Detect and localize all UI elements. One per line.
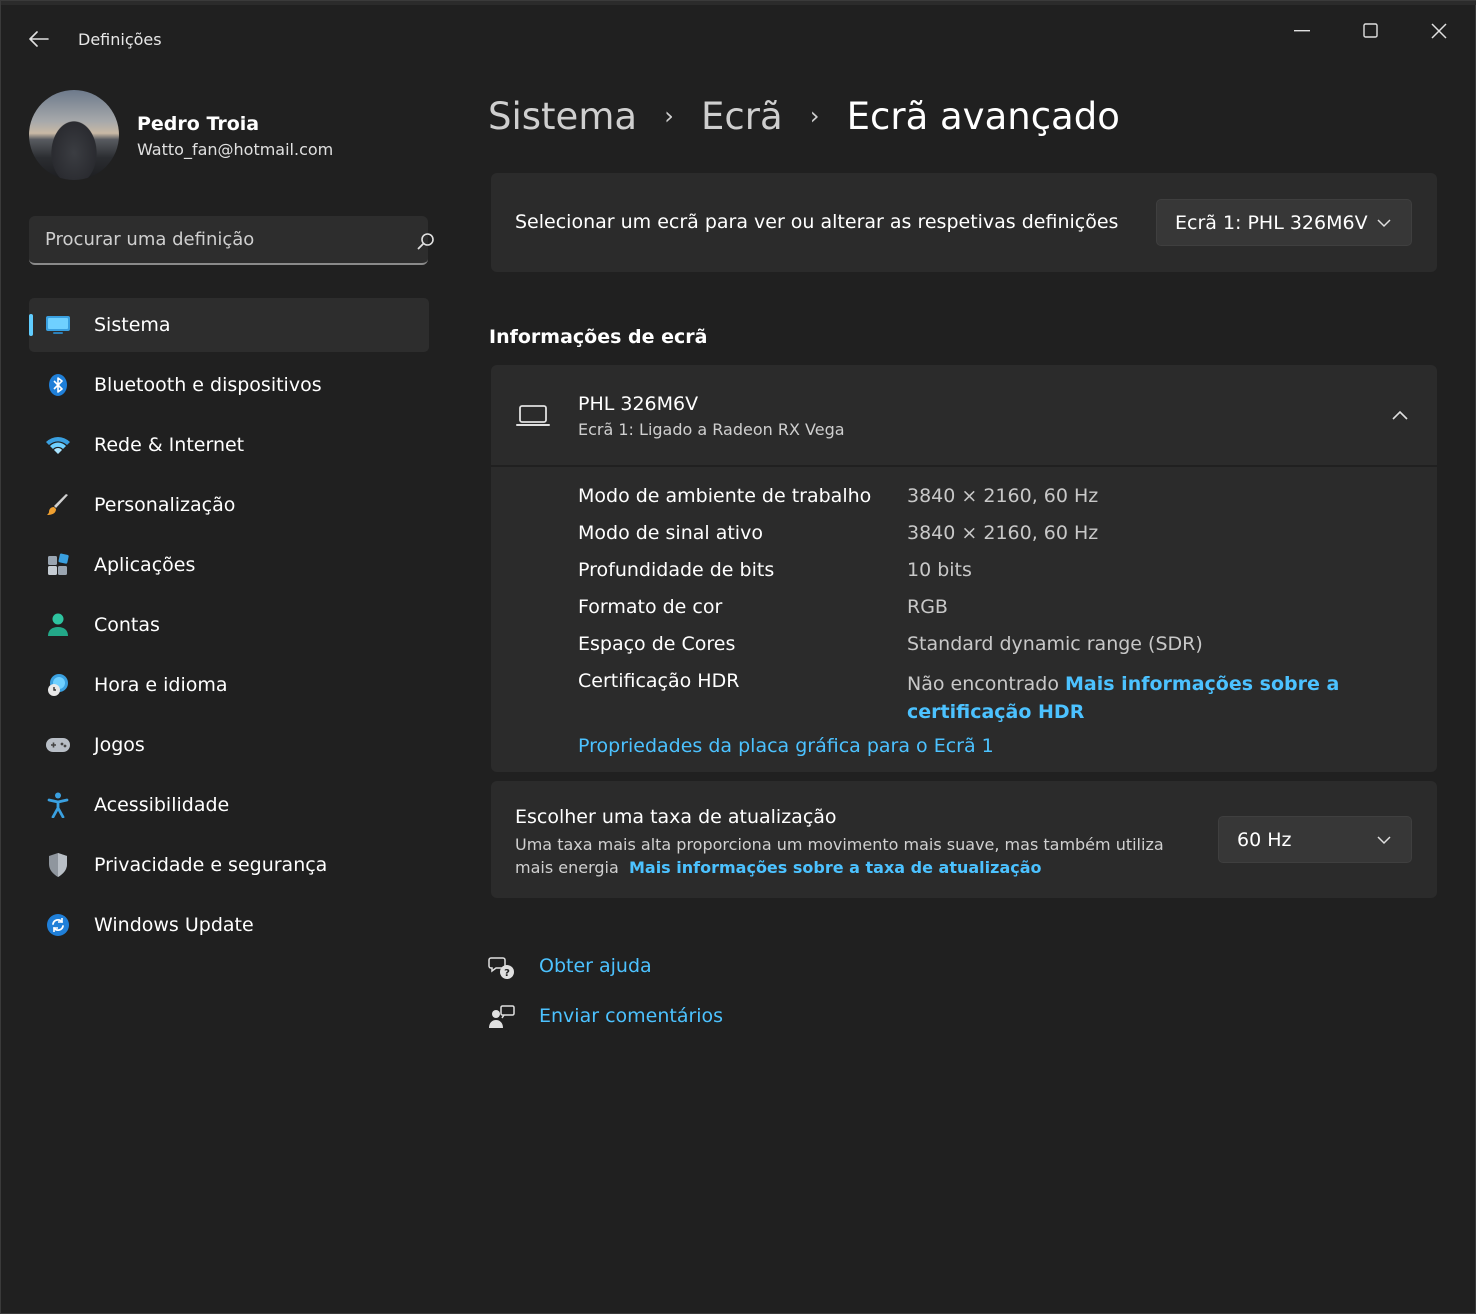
- info-value: RGB: [907, 596, 948, 618]
- sidebar-item-privacidade[interactable]: Privacidade e segurança: [29, 838, 429, 892]
- display-info-header[interactable]: PHL 326M6V Ecrã 1: Ligado a Radeon RX Ve…: [491, 365, 1437, 465]
- profile-name: Pedro Troia: [137, 113, 260, 135]
- display-info-details: Modo de ambiente de trabalho 3840 × 2160…: [491, 467, 1437, 772]
- refresh-rate-description: Uma taxa mais alta proporciona um movime…: [515, 833, 1175, 879]
- maximize-icon: [1363, 23, 1378, 38]
- profile-email: Watto_fan@hotmail.com: [137, 140, 334, 159]
- refresh-rate-value: 60 Hz: [1237, 829, 1292, 851]
- sidebar-item-label: Contas: [94, 614, 160, 636]
- sidebar-item-acessibilidade[interactable]: Acessibilidade: [29, 778, 429, 832]
- gpu-properties-link[interactable]: Propriedades da placa gráfica para o Ecr…: [578, 735, 994, 757]
- sidebar-item-label: Sistema: [94, 314, 171, 336]
- accessibility-icon: [45, 792, 71, 818]
- info-key: Formato de cor: [578, 596, 723, 618]
- sidebar-item-hora[interactable]: Hora e idioma: [29, 658, 429, 712]
- chevron-up-icon[interactable]: [1391, 409, 1409, 421]
- hdr-status: Não encontrado: [907, 673, 1059, 695]
- brush-icon: [45, 493, 71, 517]
- screen-select-dropdown[interactable]: Ecrã 1: PHL 326M6V: [1156, 199, 1412, 246]
- info-key: Modo de ambiente de trabalho: [578, 485, 872, 507]
- breadcrumb: Sistema › Ecrã › Ecrã avançado: [488, 92, 1120, 140]
- sidebar-item-label: Personalização: [94, 494, 236, 516]
- sidebar-item-label: Bluetooth e dispositivos: [94, 374, 322, 396]
- monitor-connection: Ecrã 1: Ligado a Radeon RX Vega: [578, 420, 845, 439]
- back-button[interactable]: [23, 25, 55, 53]
- info-key: Modo de sinal ativo: [578, 522, 763, 544]
- refresh-rate-title: Escolher uma taxa de atualização: [515, 806, 837, 828]
- minimize-icon: [1294, 30, 1310, 32]
- close-button[interactable]: [1408, 11, 1470, 51]
- person-icon: [45, 613, 71, 637]
- sidebar-item-jogos[interactable]: Jogos: [29, 718, 429, 772]
- search-input[interactable]: [29, 216, 389, 263]
- search-icon[interactable]: [417, 232, 435, 250]
- settings-window: Definições Pedro Troia Watto_fan@hotmail…: [0, 0, 1476, 1314]
- info-key: Espaço de Cores: [578, 633, 736, 655]
- sidebar-item-label: Rede & Internet: [94, 434, 245, 456]
- refresh-rate-info-link[interactable]: Mais informações sobre a taxa de atualiz…: [629, 858, 1042, 877]
- breadcrumb-sistema[interactable]: Sistema: [488, 95, 637, 138]
- laptop-icon: [516, 405, 550, 426]
- chevron-down-icon: [1377, 836, 1391, 845]
- info-key: Profundidade de bits: [578, 559, 775, 581]
- display-info-heading: Informações de ecrã: [489, 326, 708, 348]
- breadcrumb-ecra[interactable]: Ecrã: [701, 95, 783, 138]
- app-title: Definições: [78, 30, 162, 49]
- search-box: [29, 216, 434, 265]
- sidebar-item-label: Hora e idioma: [94, 674, 228, 696]
- page-title: Ecrã avançado: [846, 94, 1120, 138]
- hdr-value: Não encontrado Mais informações sobre a …: [907, 670, 1347, 726]
- sidebar-item-label: Acessibilidade: [94, 794, 230, 816]
- refresh-rate-card: Escolher uma taxa de atualização Uma tax…: [491, 781, 1437, 898]
- info-value: 3840 × 2160, 60 Hz: [907, 522, 1099, 544]
- sidebar-item-label: Jogos: [94, 734, 145, 756]
- sidebar-item-aplicacoes[interactable]: Aplicações: [29, 538, 429, 592]
- get-help-link[interactable]: ? Obter ajuda: [488, 953, 652, 983]
- sidebar-item-windows-update[interactable]: Windows Update: [29, 898, 429, 952]
- chevron-right-icon: ›: [809, 102, 820, 130]
- shield-icon: [45, 853, 71, 877]
- help-chat-icon: ?: [488, 957, 514, 979]
- maximize-button[interactable]: [1340, 11, 1402, 51]
- chevron-down-icon: [1377, 219, 1391, 228]
- minimize-button[interactable]: [1271, 11, 1333, 51]
- clock-globe-icon: [45, 673, 71, 697]
- wifi-icon: [45, 433, 71, 457]
- feedback-icon: [489, 1005, 515, 1028]
- sidebar-item-personalizacao[interactable]: Personalização: [29, 478, 429, 532]
- screen-select-card: Selecionar um ecrã para ver ou alterar a…: [491, 173, 1437, 272]
- close-icon: [1431, 23, 1447, 39]
- info-value: 10 bits: [907, 559, 972, 581]
- sidebar-item-label: Windows Update: [94, 914, 254, 936]
- title-bar: Definições: [1, 5, 1475, 65]
- monitor-name: PHL 326M6V: [578, 393, 699, 415]
- sidebar-item-label: Aplicações: [94, 554, 196, 576]
- gamepad-icon: [45, 733, 71, 757]
- bluetooth-icon: [45, 373, 71, 397]
- screen-select-value: Ecrã 1: PHL 326M6V: [1175, 212, 1368, 234]
- svg-text:?: ?: [504, 968, 510, 979]
- refresh-rate-dropdown[interactable]: 60 Hz: [1218, 816, 1412, 863]
- update-icon: [45, 913, 71, 937]
- avatar[interactable]: [29, 90, 119, 180]
- send-feedback-label: Enviar comentários: [539, 1005, 724, 1027]
- active-indicator: [29, 314, 33, 336]
- info-value: Standard dynamic range (SDR): [907, 633, 1203, 655]
- chevron-right-icon: ›: [664, 102, 674, 130]
- sidebar-nav: Sistema Bluetooth e dispositivos Rede & …: [29, 298, 429, 958]
- send-feedback-link[interactable]: Enviar comentários: [488, 1003, 723, 1033]
- monitor-icon: [45, 313, 71, 337]
- sidebar-item-rede[interactable]: Rede & Internet: [29, 418, 429, 472]
- sidebar-item-sistema[interactable]: Sistema: [29, 298, 429, 352]
- info-value: 3840 × 2160, 60 Hz: [907, 485, 1099, 507]
- sidebar-item-label: Privacidade e segurança: [94, 854, 328, 876]
- get-help-label: Obter ajuda: [539, 955, 652, 977]
- sidebar-item-contas[interactable]: Contas: [29, 598, 429, 652]
- info-key: Certificação HDR: [578, 670, 740, 692]
- sidebar-item-bluetooth[interactable]: Bluetooth e dispositivos: [29, 358, 429, 412]
- arrow-left-icon: [29, 31, 49, 47]
- screen-select-label: Selecionar um ecrã para ver ou alterar a…: [515, 211, 1119, 233]
- apps-icon: [45, 553, 71, 577]
